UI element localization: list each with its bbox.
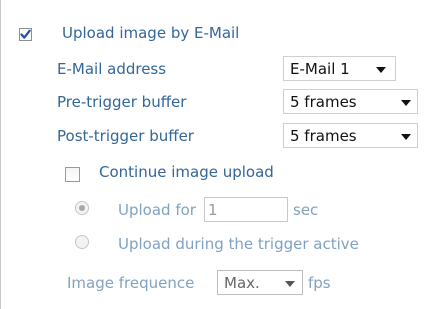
continue-upload-label: Continue image upload <box>99 163 274 181</box>
upload-for-unit: sec <box>293 201 319 219</box>
pre-trigger-buffer-value: 5 frames <box>290 93 357 111</box>
checkmark-icon <box>20 29 31 39</box>
email-address-label: E-Mail address <box>57 60 167 78</box>
chevron-down-icon <box>285 281 295 287</box>
post-trigger-buffer-value: 5 frames <box>290 127 357 145</box>
pre-trigger-buffer-select[interactable]: 5 frames <box>283 89 418 114</box>
upload-during-trigger-label: Upload during the trigger active <box>118 235 359 253</box>
radio-selected-dot <box>79 205 85 211</box>
continue-upload-checkbox[interactable] <box>65 167 80 182</box>
upload-by-email-checkbox[interactable] <box>19 28 32 41</box>
chevron-down-icon <box>376 67 386 73</box>
chevron-down-icon <box>401 100 411 106</box>
email-address-value: E-Mail 1 <box>290 60 350 78</box>
email-address-select[interactable]: E-Mail 1 <box>283 56 396 81</box>
upload-for-seconds-input[interactable] <box>204 197 288 222</box>
image-frequence-label: Image frequence <box>67 274 195 292</box>
upload-for-label: Upload for <box>118 201 196 219</box>
upload-by-email-label: Upload image by E-Mail <box>62 24 240 42</box>
image-frequence-unit: fps <box>308 274 331 292</box>
image-frequence-select[interactable]: Max. <box>217 270 303 295</box>
chevron-down-icon <box>401 134 411 140</box>
pre-trigger-buffer-label: Pre-trigger buffer <box>57 93 187 111</box>
upload-during-trigger-radio[interactable] <box>75 235 89 249</box>
email-upload-settings-panel: Upload image by E-Mail E-Mail address E-… <box>0 0 427 309</box>
upload-for-radio[interactable] <box>75 201 89 215</box>
post-trigger-buffer-select[interactable]: 5 frames <box>283 123 418 148</box>
image-frequence-value: Max. <box>224 274 260 292</box>
post-trigger-buffer-label: Post-trigger buffer <box>57 127 194 145</box>
